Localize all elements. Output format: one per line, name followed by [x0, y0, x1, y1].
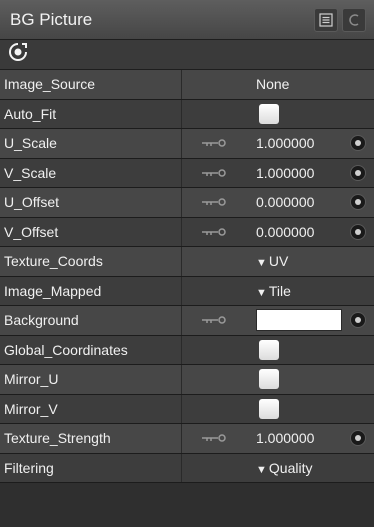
property-label: Global_Coordinates	[0, 335, 182, 364]
image-source-value[interactable]: None	[256, 76, 289, 92]
key-icon[interactable]	[202, 228, 228, 236]
property-label: Texture_Strength	[0, 424, 182, 453]
key-icon[interactable]	[202, 434, 228, 442]
row-background: Background	[0, 306, 374, 336]
dropdown-value: Quality	[268, 459, 313, 476]
property-label: V_Offset	[0, 217, 182, 246]
row-texture-coords: Texture_Coords ▼ UV	[0, 247, 374, 277]
property-label: Mirror_V	[0, 394, 182, 423]
link-dot-icon[interactable]	[350, 135, 366, 152]
dropdown-arrow-icon: ▼	[256, 286, 267, 299]
dropdown-value: UV	[268, 253, 289, 270]
row-global-coordinates: Global_Coordinates	[0, 335, 374, 365]
property-label: Texture_Coords	[0, 247, 182, 276]
link-dot-icon[interactable]	[350, 223, 366, 240]
v-scale-field[interactable]: 1.000000	[256, 165, 314, 181]
background-color-swatch[interactable]	[256, 309, 342, 332]
panel-options-icon[interactable]	[342, 7, 366, 32]
row-image-mapped: Image_Mapped ▼ Tile	[0, 276, 374, 306]
panel-title: BG Picture	[10, 9, 93, 29]
texture-strength-field[interactable]: 1.000000	[256, 430, 314, 446]
row-v-scale: V_Scale 1.000000	[0, 158, 374, 188]
texture-coords-dropdown[interactable]: ▼ UV	[256, 253, 288, 269]
property-label: Background	[0, 306, 182, 335]
key-icon[interactable]	[202, 139, 228, 147]
row-auto-fit: Auto_Fit	[0, 99, 374, 129]
auto-fit-checkbox[interactable]	[259, 103, 279, 124]
property-label: Image_Source	[0, 70, 182, 99]
mirror-u-checkbox[interactable]	[259, 369, 279, 390]
row-u-scale: U_Scale 1.000000	[0, 129, 374, 159]
u-scale-field[interactable]: 1.000000	[256, 135, 314, 151]
link-dot-icon[interactable]	[350, 194, 366, 211]
dropdown-arrow-icon: ▼	[256, 257, 267, 270]
dropdown-arrow-icon: ▼	[256, 463, 267, 476]
property-label: U_Offset	[0, 188, 182, 217]
property-label: V_Scale	[0, 158, 182, 187]
target-icon[interactable]	[8, 42, 28, 67]
mirror-v-checkbox[interactable]	[259, 398, 279, 419]
menu-icon[interactable]	[314, 7, 338, 32]
key-icon[interactable]	[202, 169, 228, 177]
row-texture-strength: Texture_Strength 1.000000	[0, 424, 374, 454]
row-filtering: Filtering ▼ Quality	[0, 453, 374, 483]
filtering-dropdown[interactable]: ▼ Quality	[256, 460, 312, 476]
dropdown-value: Tile	[268, 282, 291, 299]
property-label: Filtering	[0, 453, 182, 482]
row-mirror-v: Mirror_V	[0, 394, 374, 424]
properties-list: Image_Source None Auto_Fit U_Scale 1.000…	[0, 70, 374, 483]
row-u-offset: U_Offset 0.000000	[0, 188, 374, 218]
link-dot-icon[interactable]	[350, 312, 366, 329]
link-dot-icon[interactable]	[350, 430, 366, 447]
toolbar	[0, 40, 374, 70]
v-offset-field[interactable]: 0.000000	[256, 224, 314, 240]
property-label: Image_Mapped	[0, 276, 182, 305]
row-image-source: Image_Source None	[0, 70, 374, 100]
row-v-offset: V_Offset 0.000000	[0, 217, 374, 247]
link-dot-icon[interactable]	[350, 164, 366, 181]
u-offset-field[interactable]: 0.000000	[256, 194, 314, 210]
key-icon[interactable]	[202, 316, 228, 324]
row-mirror-u: Mirror_U	[0, 365, 374, 395]
key-icon[interactable]	[202, 198, 228, 206]
image-mapped-dropdown[interactable]: ▼ Tile	[256, 283, 291, 299]
title-bar: BG Picture	[0, 0, 374, 40]
property-label: Auto_Fit	[0, 99, 182, 128]
bg-picture-panel: BG Picture Image_Source None Auto_Fit U_…	[0, 0, 374, 527]
global-coordinates-checkbox[interactable]	[259, 339, 279, 360]
property-label: U_Scale	[0, 129, 182, 158]
property-label: Mirror_U	[0, 365, 182, 394]
